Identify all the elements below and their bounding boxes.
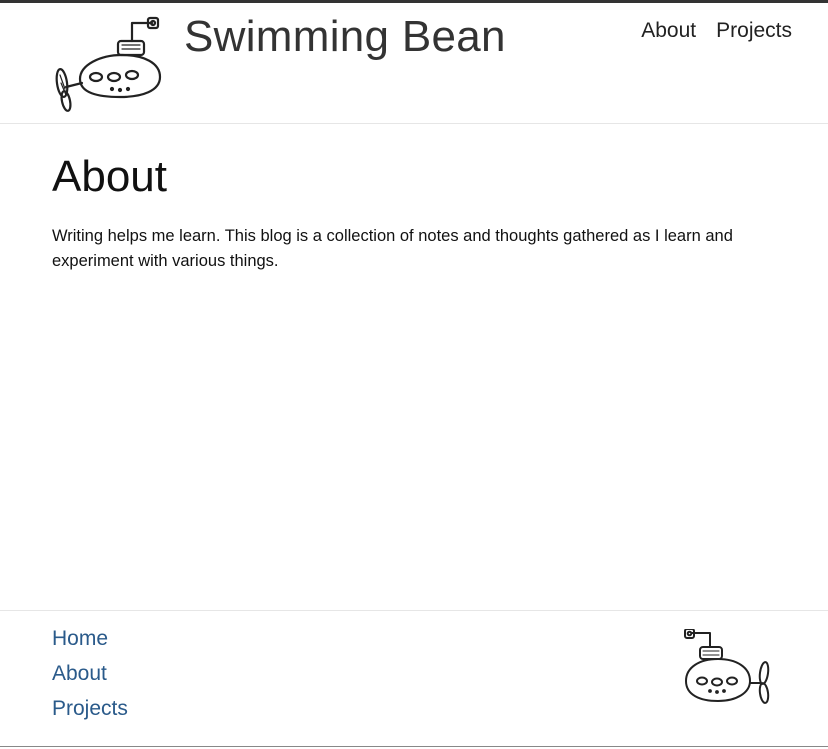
footer-link-projects[interactable]: Projects bbox=[52, 691, 128, 726]
site-footer: Home About Projects bbox=[0, 610, 828, 745]
nav-link-projects[interactable]: Projects bbox=[716, 17, 792, 45]
page-body-text: Writing helps me learn. This blog is a c… bbox=[52, 227, 733, 270]
site-title[interactable]: Swimming Bean bbox=[184, 11, 506, 63]
footer-link-home[interactable]: Home bbox=[52, 621, 128, 656]
bottom-border bbox=[0, 746, 828, 747]
footer-link-about[interactable]: About bbox=[52, 656, 128, 691]
nav-link-about[interactable]: About bbox=[641, 17, 696, 45]
page-heading: About bbox=[52, 152, 167, 201]
footer-links: Home About Projects bbox=[52, 621, 128, 726]
main-content: About Writing helps me learn. This blog … bbox=[52, 150, 772, 274]
top-nav: About Projects bbox=[641, 17, 792, 45]
submarine-logo-icon[interactable] bbox=[52, 13, 164, 113]
footer-submarine-icon bbox=[682, 628, 774, 711]
site-header: Swimming Bean About Projects bbox=[0, 3, 828, 124]
